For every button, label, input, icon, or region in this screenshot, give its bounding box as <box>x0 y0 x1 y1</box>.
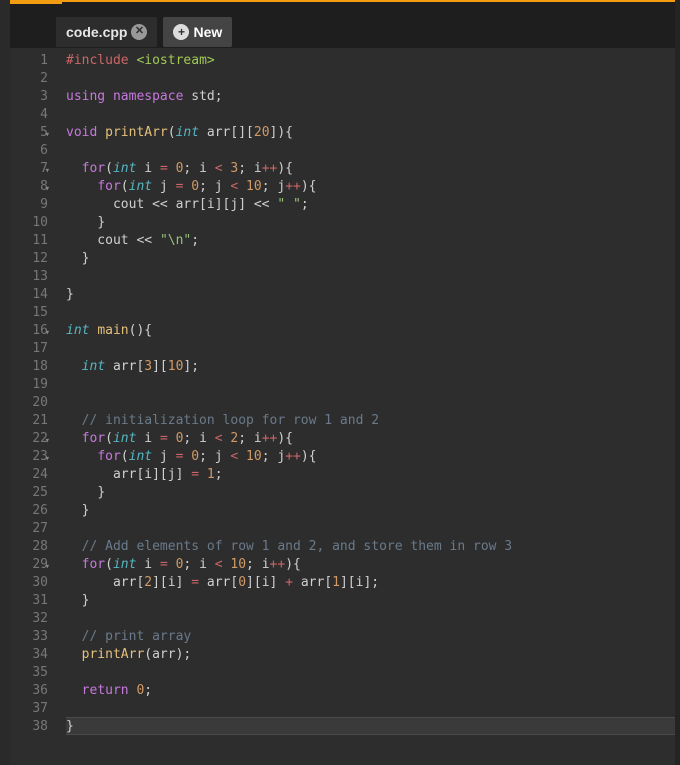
line-number: 15 <box>14 304 48 322</box>
tab-code-cpp[interactable]: code.cpp ✕ <box>56 17 157 47</box>
code-area[interactable]: 12345▾67▾8▾910111213141516▾171819202122▾… <box>10 48 675 765</box>
line-number: 32 <box>14 610 48 628</box>
line-number: 20 <box>14 394 48 412</box>
code-line[interactable]: #include <iostream> <box>66 52 675 70</box>
line-number: 19 <box>14 376 48 394</box>
line-number: 36 <box>14 682 48 700</box>
line-number: 21 <box>14 412 48 430</box>
tab-bar: code.cpp ✕ + New <box>10 0 675 48</box>
line-number: 29▾ <box>14 556 48 574</box>
new-tab-label: New <box>193 24 222 40</box>
line-number: 33 <box>14 628 48 646</box>
line-number: 28 <box>14 538 48 556</box>
new-tab-button[interactable]: + New <box>163 17 232 47</box>
line-number: 10 <box>14 214 48 232</box>
line-number: 17 <box>14 340 48 358</box>
code-line[interactable]: arr[i][j] = 1; <box>66 466 675 484</box>
line-number: 18 <box>14 358 48 376</box>
code-line[interactable] <box>66 520 675 538</box>
code-line[interactable] <box>66 376 675 394</box>
code-line[interactable]: // print array <box>66 628 675 646</box>
code-line[interactable]: // initialization loop for row 1 and 2 <box>66 412 675 430</box>
code-line[interactable] <box>66 106 675 124</box>
code-line[interactable] <box>66 610 675 628</box>
line-number: 16▾ <box>14 322 48 340</box>
line-number: 23▾ <box>14 448 48 466</box>
code-line[interactable] <box>66 700 675 718</box>
code-line[interactable]: // Add elements of row 1 and 2, and stor… <box>66 538 675 556</box>
line-number: 22▾ <box>14 430 48 448</box>
code-line[interactable]: arr[2][i] = arr[0][i] + arr[1][i]; <box>66 574 675 592</box>
line-number-gutter: 12345▾67▾8▾910111213141516▾171819202122▾… <box>10 48 56 765</box>
line-number: 3 <box>14 88 48 106</box>
code-line[interactable] <box>66 70 675 88</box>
line-number: 27 <box>14 520 48 538</box>
code-content[interactable]: #include <iostream> using namespace std;… <box>56 48 675 765</box>
code-line[interactable]: } <box>66 214 675 232</box>
tab-label: code.cpp <box>66 24 127 40</box>
code-line[interactable]: for(int i = 0; i < 2; i++){ <box>66 430 675 448</box>
code-line[interactable]: } <box>66 484 675 502</box>
line-number: 12 <box>14 250 48 268</box>
line-number: 31 <box>14 592 48 610</box>
scrollbar-track[interactable] <box>675 0 680 765</box>
line-number: 8▾ <box>14 178 48 196</box>
code-line[interactable]: int main(){ <box>66 322 675 340</box>
line-number: 38 <box>14 718 48 736</box>
code-line[interactable]: return 0; <box>66 682 675 700</box>
code-line[interactable] <box>66 340 675 358</box>
obscured-left-panel <box>0 0 10 765</box>
code-line[interactable]: void printArr(int arr[][20]){ <box>66 124 675 142</box>
code-line[interactable]: printArr(arr); <box>66 646 675 664</box>
line-number: 37 <box>14 700 48 718</box>
line-number: 25 <box>14 484 48 502</box>
line-number: 14 <box>14 286 48 304</box>
code-line[interactable]: } <box>66 250 675 268</box>
line-number: 7▾ <box>14 160 48 178</box>
line-number: 35 <box>14 664 48 682</box>
code-line[interactable] <box>66 268 675 286</box>
line-number: 1 <box>14 52 48 70</box>
line-number: 13 <box>14 268 48 286</box>
code-line[interactable] <box>66 394 675 412</box>
code-line[interactable]: for(int i = 0; i < 3; i++){ <box>66 160 675 178</box>
code-line[interactable]: using namespace std; <box>66 88 675 106</box>
editor-panel: code.cpp ✕ + New 12345▾67▾8▾910111213141… <box>10 0 675 765</box>
line-number: 11 <box>14 232 48 250</box>
code-line[interactable]: } <box>66 502 675 520</box>
code-line[interactable]: for(int j = 0; j < 10; j++){ <box>66 178 675 196</box>
code-line[interactable] <box>66 142 675 160</box>
code-line[interactable] <box>66 664 675 682</box>
close-icon[interactable]: ✕ <box>131 24 147 40</box>
code-line[interactable]: } <box>66 717 675 735</box>
line-number: 2 <box>14 70 48 88</box>
line-number: 26 <box>14 502 48 520</box>
code-line[interactable]: } <box>66 592 675 610</box>
code-line[interactable]: int arr[3][10]; <box>66 358 675 376</box>
line-number: 24 <box>14 466 48 484</box>
line-number: 6 <box>14 142 48 160</box>
code-line[interactable]: cout << "\n"; <box>66 232 675 250</box>
code-line[interactable]: for(int j = 0; j < 10; j++){ <box>66 448 675 466</box>
code-line[interactable]: for(int i = 0; i < 10; i++){ <box>66 556 675 574</box>
plus-icon: + <box>173 24 189 40</box>
code-line[interactable]: cout << arr[i][j] << " "; <box>66 196 675 214</box>
code-line[interactable] <box>66 304 675 322</box>
line-number: 4 <box>14 106 48 124</box>
line-number: 9 <box>14 196 48 214</box>
line-number: 5▾ <box>14 124 48 142</box>
line-number: 30 <box>14 574 48 592</box>
line-number: 34 <box>14 646 48 664</box>
code-line[interactable]: } <box>66 286 675 304</box>
editor-window: code.cpp ✕ + New 12345▾67▾8▾910111213141… <box>0 0 680 765</box>
